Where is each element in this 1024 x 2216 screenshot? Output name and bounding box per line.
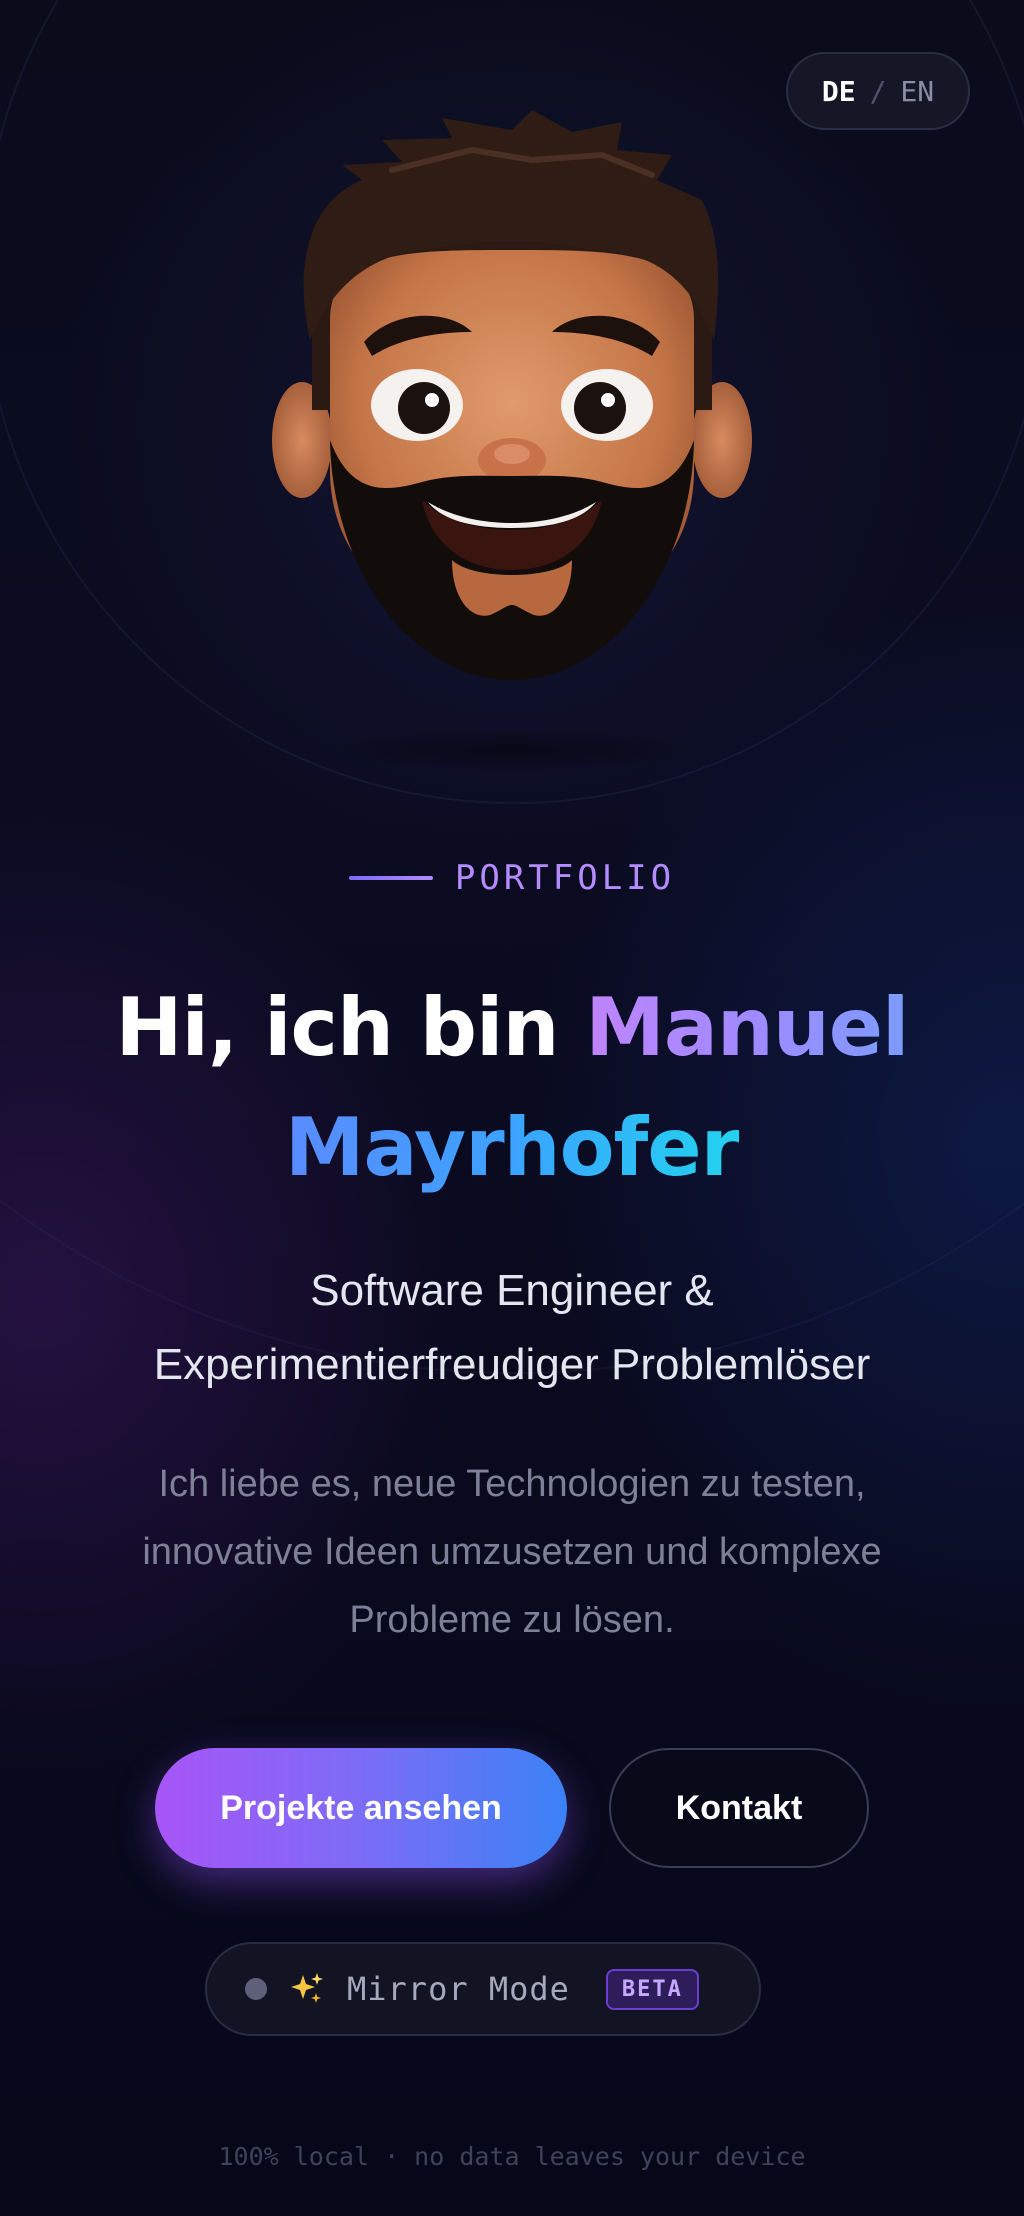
privacy-note: 100% local · no data leaves your device (218, 2142, 806, 2171)
eyebrow-label: PORTFOLIO (454, 858, 676, 898)
contact-button[interactable]: Kontakt (609, 1748, 869, 1868)
language-toggle[interactable]: DE / EN (786, 52, 970, 130)
mirror-mode-label: Mirror Mode (347, 1970, 570, 2008)
hero-subtitle: Software Engineer & Experimentierfreudig… (0, 1254, 1024, 1402)
status-dot (245, 1978, 267, 2000)
sparkles-icon (291, 1973, 323, 2003)
hero-description: Ich liebe es, neue Technologien zu teste… (0, 1450, 1024, 1654)
hero-heading: Hi, ich bin Manuel Mayrhofer (0, 968, 1024, 1208)
heading-last-name: Mayrhofer (284, 1101, 740, 1194)
beta-badge: BETA (605, 1968, 699, 2010)
language-separator: / (869, 74, 887, 108)
language-option-en[interactable]: EN (900, 75, 934, 108)
page: DE / EN PORTFOLIO Hi, ich bin Manuel May… (0, 0, 1024, 2216)
mirror-mode-toggle[interactable]: Mirror Mode BETA (205, 1942, 761, 2036)
subtitle-line: Software Engineer & (310, 1266, 714, 1315)
heading-greeting: Hi, ich bin (115, 981, 586, 1074)
section-eyebrow: PORTFOLIO (0, 858, 1024, 898)
description-line: Probleme zu lösen. (349, 1599, 675, 1641)
memoji-avatar-icon (272, 110, 752, 770)
description-line: innovative Ideen umzusetzen und komplexe (142, 1531, 882, 1573)
language-option-de[interactable]: DE (822, 75, 856, 108)
eyebrow-line (348, 876, 433, 880)
view-projects-button[interactable]: Projekte ansehen (155, 1748, 567, 1868)
subtitle-line: Experimentierfreudiger Problemlöser (153, 1340, 871, 1389)
heading-first-name: Manuel (585, 981, 909, 1074)
description-line: Ich liebe es, neue Technologien zu teste… (158, 1463, 866, 1505)
